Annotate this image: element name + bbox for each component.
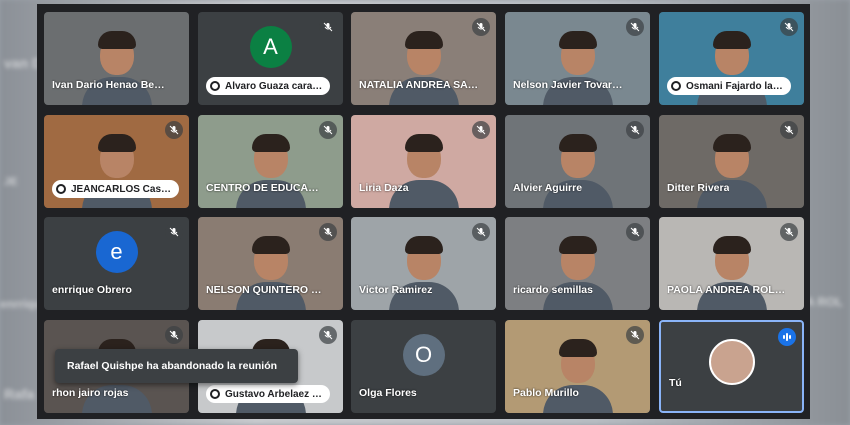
participant-tile[interactable]: Nelson Javier Tovar… xyxy=(505,12,650,105)
participant-tile[interactable]: Liria Daza xyxy=(351,115,496,208)
participant-name: Nelson Javier Tovar… xyxy=(513,79,623,91)
mic-off-icon xyxy=(165,326,183,344)
mic-off-icon xyxy=(319,18,337,36)
participant-name: Tú xyxy=(669,377,682,389)
participant-name: NELSON QUINTERO … xyxy=(206,284,322,296)
participant-tile[interactable]: Osmani Fajardo la… xyxy=(659,12,804,105)
participant-avatar: O xyxy=(402,334,445,377)
mic-off-icon xyxy=(780,121,798,139)
participant-tile[interactable]: Alvier Aguirre xyxy=(505,115,650,208)
participant-name: Liria Daza xyxy=(359,182,409,194)
participant-name: CENTRO DE EDUCA… xyxy=(206,182,319,194)
presence-icon xyxy=(210,81,220,91)
mic-off-icon xyxy=(626,326,644,344)
mic-off-icon xyxy=(165,121,183,139)
participant-tile[interactable]: CENTRO DE EDUCA… xyxy=(198,115,343,208)
toast-text: Rafael Quishpe ha abandonado la reunión xyxy=(67,360,278,372)
mic-off-icon xyxy=(780,18,798,36)
participant-name: Alvier Aguirre xyxy=(513,182,583,194)
participant-name: PAOLA ANDREA ROL… xyxy=(667,284,786,296)
participant-name: NATALIA ANDREA SA… xyxy=(359,79,479,91)
participant-name: Osmani Fajardo la… xyxy=(686,80,783,92)
mic-off-icon xyxy=(319,223,337,241)
participant-video xyxy=(44,12,189,105)
participant-tile[interactable]: NELSON QUINTERO … xyxy=(198,217,343,310)
participant-avatar: e xyxy=(95,231,138,274)
participant-figure xyxy=(542,232,613,310)
presence-icon xyxy=(210,389,220,399)
ghost-text: JE xyxy=(4,176,18,188)
participant-name: Olga Flores xyxy=(359,387,417,399)
mic-off-icon xyxy=(626,121,644,139)
mic-off-icon xyxy=(319,326,337,344)
participant-figure xyxy=(696,232,767,310)
participant-figure xyxy=(388,130,459,208)
mic-off-icon xyxy=(626,223,644,241)
participant-name-pill: Gustavo Arbelaez … xyxy=(206,385,330,403)
presence-icon xyxy=(671,81,681,91)
participant-tile[interactable]: A Alvaro Guaza cara… xyxy=(198,12,343,105)
participant-tile[interactable]: PAOLA ANDREA ROL… xyxy=(659,217,804,310)
participant-tile[interactable]: Ditter Rivera xyxy=(659,115,804,208)
participant-figure xyxy=(235,130,306,208)
participant-figure xyxy=(388,27,459,105)
participant-figure xyxy=(696,130,767,208)
participant-name-pill: Alvaro Guaza cara… xyxy=(206,77,331,95)
participant-figure xyxy=(542,130,613,208)
participant-name: Gustavo Arbelaez … xyxy=(225,388,322,400)
participant-tile[interactable]: O Olga Flores xyxy=(351,320,496,413)
participant-name: Alvaro Guaza cara… xyxy=(225,80,323,92)
mic-off-icon xyxy=(472,223,490,241)
mic-off-icon xyxy=(472,18,490,36)
mic-off-icon xyxy=(780,223,798,241)
presence-icon xyxy=(56,184,66,194)
participant-tile[interactable]: ricardo semillas xyxy=(505,217,650,310)
participant-name: Pablo Murillo xyxy=(513,387,579,399)
mic-off-icon xyxy=(165,223,183,241)
participant-figure xyxy=(81,27,152,105)
ghost-text: A ROL xyxy=(806,295,843,309)
mic-off-icon xyxy=(626,18,644,36)
participant-name-pill: Osmani Fajardo la… xyxy=(667,77,791,95)
participant-name: JEANCARLOS Cas… xyxy=(71,183,172,195)
self-avatar xyxy=(708,339,755,386)
leave-notification-toast: Rafael Quishpe ha abandonado la reunión xyxy=(55,349,298,383)
participant-tile[interactable]: Pablo Murillo xyxy=(505,320,650,413)
participant-figure xyxy=(235,232,306,310)
participant-name: rhon jairo rojas xyxy=(52,387,129,399)
ghost-text: Rafa xyxy=(4,386,35,402)
mic-off-icon xyxy=(319,121,337,139)
participant-name: Ditter Rivera xyxy=(667,182,730,194)
speaking-indicator-icon xyxy=(778,328,796,346)
participant-tile[interactable]: Victor Ramirez xyxy=(351,217,496,310)
participant-tile[interactable]: e enrrique Obrero xyxy=(44,217,189,310)
participant-tile[interactable]: Tú xyxy=(659,320,804,413)
participant-figure xyxy=(388,232,459,310)
participant-tile[interactable]: JEANCARLOS Cas… xyxy=(44,115,189,208)
participant-name: Ivan Dario Henao Be… xyxy=(52,79,165,91)
participant-avatar: A xyxy=(249,26,292,69)
participant-name-pill: JEANCARLOS Cas… xyxy=(52,180,180,198)
participant-name: ricardo semillas xyxy=(513,284,593,296)
participant-figure xyxy=(542,335,613,413)
participant-tile[interactable]: Ivan Dario Henao Be… xyxy=(44,12,189,105)
mic-off-icon xyxy=(472,121,490,139)
participant-figure xyxy=(542,27,613,105)
participant-name: enrrique Obrero xyxy=(52,284,132,296)
participant-tile[interactable]: NATALIA ANDREA SA… xyxy=(351,12,496,105)
participant-name: Victor Ramirez xyxy=(359,284,433,296)
